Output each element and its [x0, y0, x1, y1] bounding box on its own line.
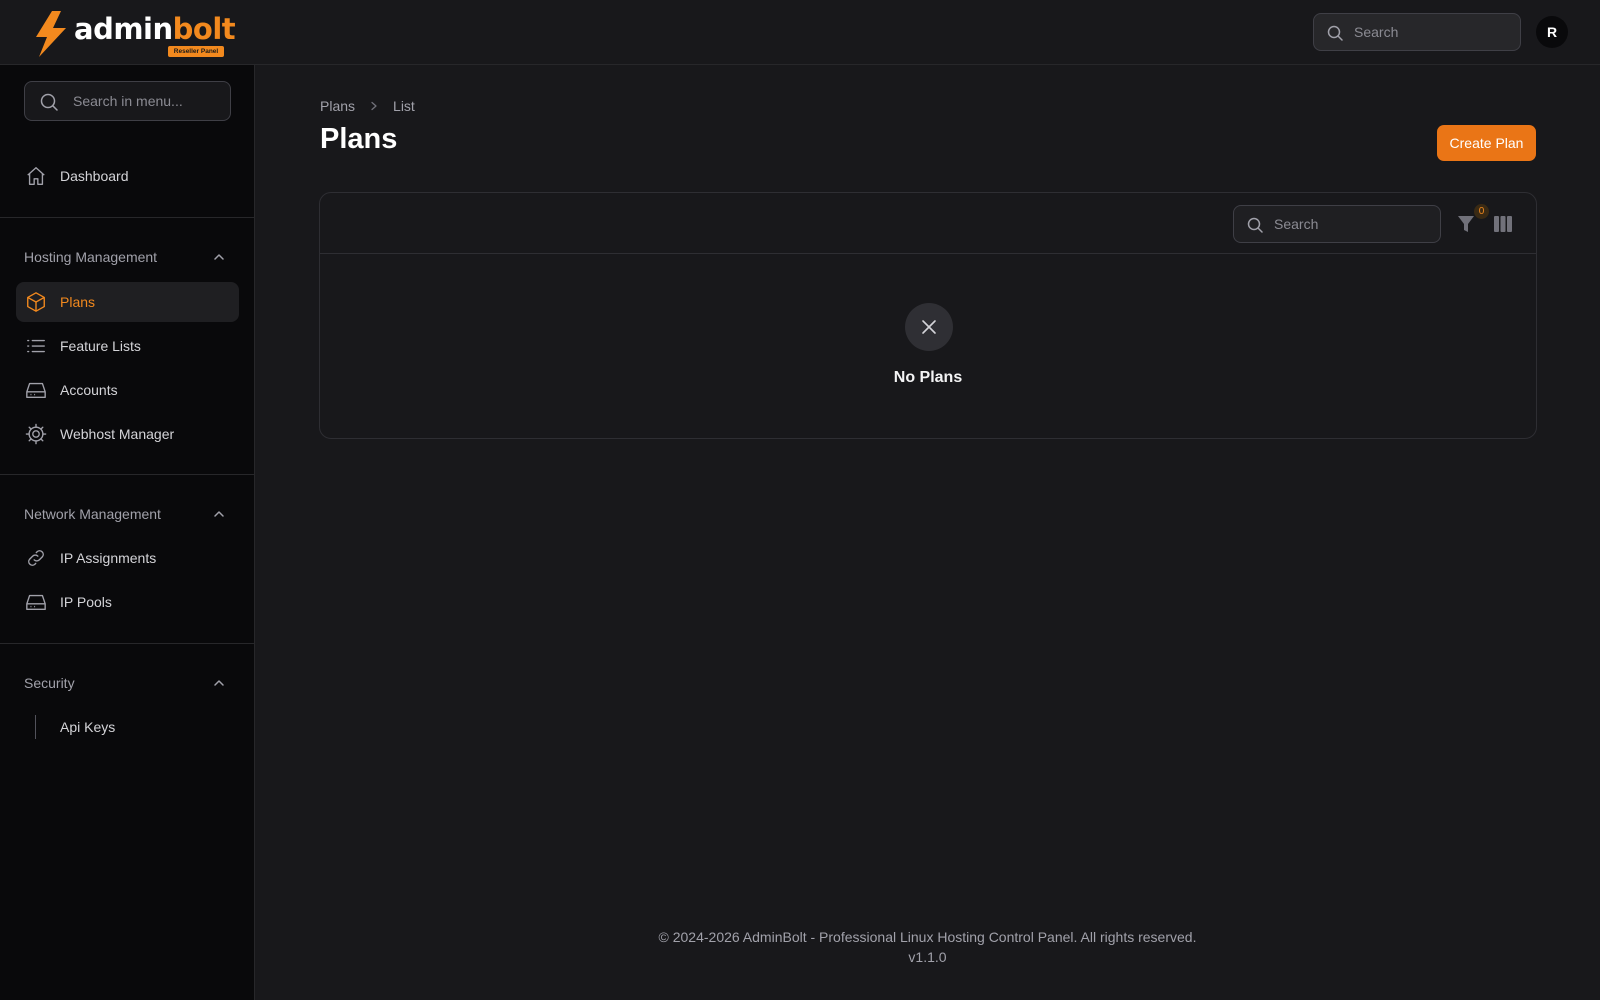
sidebar-item-label: IP Pools	[60, 594, 112, 610]
group-label: Hosting Management	[24, 249, 158, 265]
brand-name: adminbolt	[74, 12, 236, 46]
brand-logo[interactable]: adminbolt Reseller Panel	[30, 10, 236, 58]
group-label: Network Management	[24, 506, 161, 522]
sidebar-item-label: IP Assignments	[60, 550, 157, 566]
footer-version: v1.1.0	[908, 949, 947, 965]
close-icon	[922, 320, 936, 334]
table-toolbar: 0	[320, 193, 1536, 254]
gear-icon	[25, 423, 47, 445]
create-plan-button[interactable]: Create Plan	[1437, 125, 1536, 161]
footer-copyright: © 2024-2026 AdminBolt - Professional Lin…	[658, 929, 1197, 945]
tree-line	[35, 715, 36, 739]
menu-search-input[interactable]	[73, 82, 223, 120]
group-label: Security	[24, 675, 75, 691]
sidebar-divider	[0, 217, 254, 218]
breadcrumb: Plans List	[320, 96, 415, 116]
bolt-icon	[36, 11, 66, 57]
server-icon	[26, 382, 46, 399]
sidebar-item-webhost-manager[interactable]: Webhost Manager	[16, 414, 239, 454]
chevron-up-icon	[214, 680, 224, 686]
page-title: Plans	[320, 123, 398, 155]
chevron-up-icon	[214, 254, 224, 260]
sidebar-divider	[0, 643, 254, 644]
chevron-right-icon	[371, 101, 377, 111]
search-icon	[40, 93, 58, 111]
filter-button[interactable]	[1455, 213, 1477, 235]
global-search[interactable]	[1313, 13, 1521, 51]
sidebar-divider	[0, 474, 254, 475]
group-security[interactable]: Security	[24, 671, 231, 695]
server-icon	[26, 594, 46, 611]
empty-state-icon	[905, 303, 953, 351]
sidebar-item-ip-pools[interactable]: IP Pools	[16, 582, 239, 622]
sidebar-item-dashboard[interactable]: Dashboard	[16, 156, 239, 196]
chevron-up-icon	[214, 511, 224, 517]
brand-badge: Reseller Panel	[168, 46, 224, 57]
search-icon	[1327, 25, 1343, 41]
sidebar-item-accounts[interactable]: Accounts	[16, 370, 239, 410]
menu-search[interactable]	[24, 81, 231, 121]
sidebar-item-feature-lists[interactable]: Feature Lists	[16, 326, 239, 366]
filter-count-badge: 0	[1474, 204, 1489, 219]
empty-state-text: No Plans	[893, 369, 963, 386]
link-icon	[28, 550, 44, 566]
sidebar-item-label: Api Keys	[60, 719, 116, 735]
global-search-input[interactable]	[1354, 14, 1514, 50]
table-search-input[interactable]	[1274, 206, 1434, 242]
sidebar-item-label: Webhost Manager	[60, 426, 175, 442]
group-network-management[interactable]: Network Management	[24, 502, 231, 526]
sidebar: Dashboard Hosting Management Plans Featu…	[0, 65, 255, 1000]
toggle-columns-button[interactable]	[1492, 213, 1514, 235]
columns-icon	[1494, 216, 1512, 232]
footer: © 2024-2026 AdminBolt - Professional Lin…	[255, 927, 1600, 967]
table-search[interactable]	[1233, 205, 1441, 243]
top-bar: adminbolt Reseller Panel R	[0, 0, 1600, 65]
sidebar-item-label: Dashboard	[60, 168, 129, 184]
sidebar-item-api-keys[interactable]: Api Keys	[16, 707, 239, 747]
plans-table: 0 No Plans	[319, 192, 1537, 439]
breadcrumb-link-plans[interactable]: Plans	[320, 98, 355, 114]
search-icon	[1247, 217, 1263, 233]
home-icon	[27, 167, 45, 185]
group-hosting-management[interactable]: Hosting Management	[24, 245, 231, 269]
sidebar-item-label: Plans	[60, 294, 96, 310]
sidebar-item-label: Accounts	[60, 382, 118, 398]
breadcrumb-current: List	[393, 98, 415, 114]
sidebar-item-ip-assignments[interactable]: IP Assignments	[16, 538, 239, 578]
sidebar-item-label: Feature Lists	[60, 338, 141, 354]
sidebar-item-plans[interactable]: Plans	[16, 282, 239, 322]
user-avatar[interactable]: R	[1536, 16, 1568, 48]
cube-icon	[27, 292, 45, 312]
list-icon	[27, 339, 45, 353]
filter-icon	[1458, 216, 1474, 232]
